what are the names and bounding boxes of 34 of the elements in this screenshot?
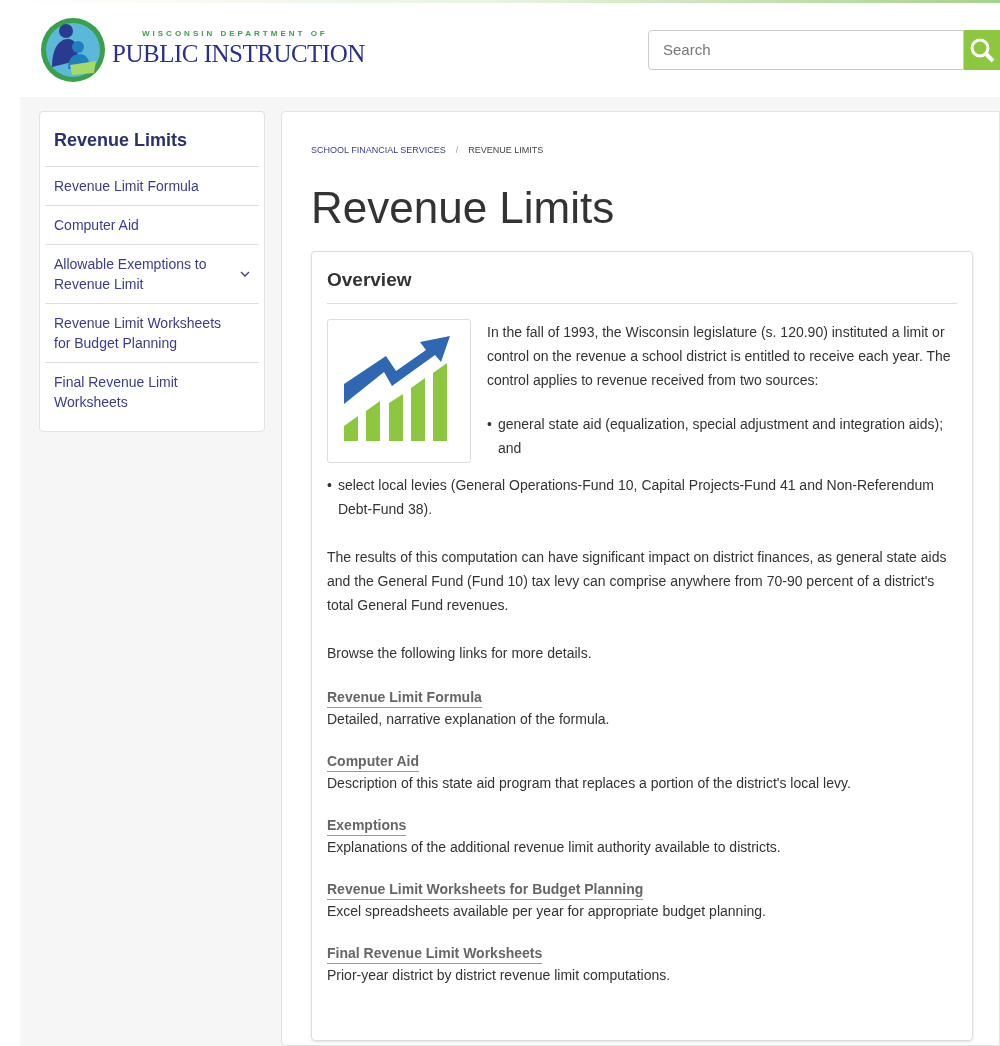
logo-title: PUBLIC INSTRUCTION xyxy=(112,39,365,70)
search-icon xyxy=(969,37,995,63)
intro-paragraph: In the fall of 1993, the Wisconsin legislature (s. 120.90) instituted a limit or control on the revenue a school district is entitled to receive each year. The control applies to revenue received from two sources: xyxy=(487,323,952,390)
resource-link[interactable]: Revenue Limit Formula xyxy=(327,687,482,708)
bullet-mark: • xyxy=(487,415,492,434)
sidebar-link[interactable]: Computer Aid xyxy=(54,215,229,235)
link-description: Explanations of the additional revenue limit authority available to districts. xyxy=(327,838,782,857)
sidebar-link[interactable]: Final Revenue Limit Worksheets xyxy=(54,372,229,412)
sidebar-link[interactable]: Allowable Exemptions to Revenue Limit xyxy=(54,254,229,294)
link-description: Prior-year district by district revenue limit computations. xyxy=(327,966,672,985)
bullet-text: general state aid (equalization, special adjustment and integration aids); and xyxy=(497,415,945,458)
body-paragraph: Browse the following links for more details. xyxy=(327,644,593,663)
body-paragraph: The results of this computation can have significant impact on district finances, as general state aids and the General Fund (Fund 10) tax levy can comprise anywhere from 70-90 percent of a district's total General Fund revenues. xyxy=(327,548,948,615)
page-title: Revenue Limits xyxy=(311,181,616,234)
overview-heading: Overview xyxy=(327,265,957,304)
sidebar-link[interactable]: Revenue Limit Formula xyxy=(54,176,229,196)
search-field[interactable]: Search xyxy=(648,30,964,70)
link-description: Description of this state aid program that replaces a portion of the district's local levy. xyxy=(327,774,852,793)
link-description: Excel spreadsheets available per year for appropriate budget planning. xyxy=(327,902,767,921)
resource-link[interactable]: Exemptions xyxy=(327,815,407,836)
resource-link[interactable]: Revenue Limit Worksheets for Budget Planning xyxy=(327,879,644,900)
bullet-mark: • xyxy=(327,476,332,495)
sidebar-title: Revenue Limits xyxy=(45,112,259,167)
logo-icon xyxy=(40,17,106,83)
breadcrumb-separator: / xyxy=(455,144,459,157)
breadcrumb-current: REVENUE LIMITS xyxy=(468,144,544,157)
link-description: Detailed, narrative explanation of the formula. xyxy=(327,710,611,729)
bullet-text: select local levies (General Operations-Fund 10, Capital Projects-Fund 41 and Non-Referendum Debt-Fund 38). xyxy=(337,476,935,519)
breadcrumb-link[interactable]: SCHOOL FINANCIAL SERVICES xyxy=(311,144,446,158)
logo-subtitle: WISCONSIN DEPARTMENT OF xyxy=(142,30,329,39)
sidebar-link[interactable]: Revenue Limit Worksheets for Budget Planning xyxy=(54,313,229,353)
chevron-down-icon[interactable] xyxy=(240,271,250,277)
resource-link[interactable]: Final Revenue Limit Worksheets xyxy=(327,943,543,964)
resource-link[interactable]: Computer Aid xyxy=(327,751,420,772)
